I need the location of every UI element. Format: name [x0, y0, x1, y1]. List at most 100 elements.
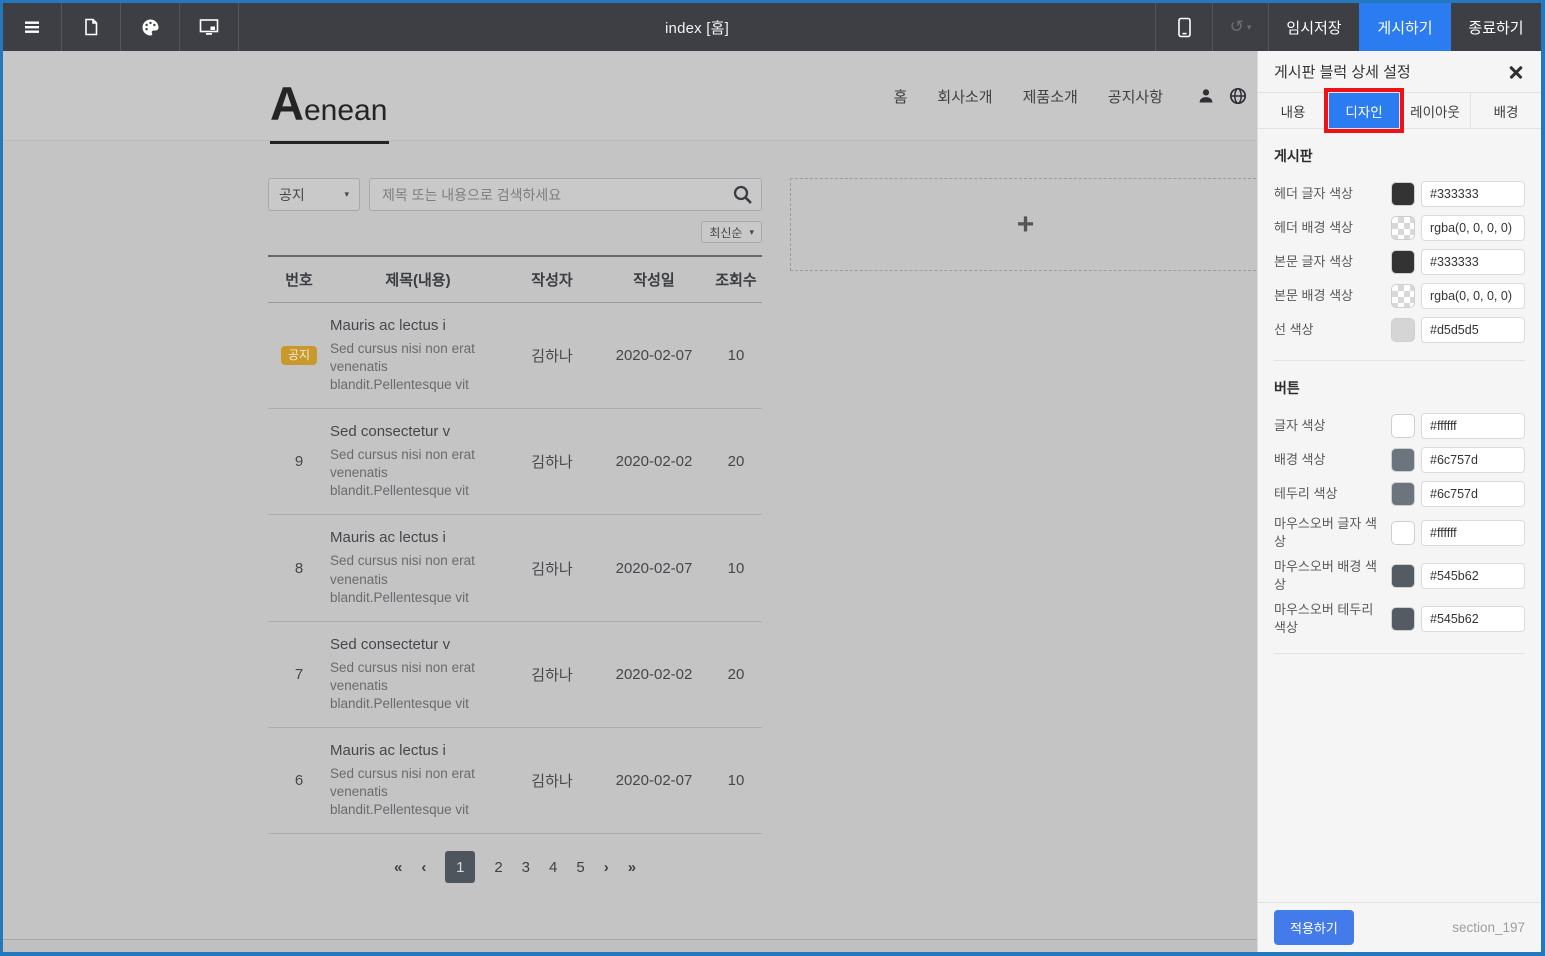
page-number-button[interactable]: 3 — [522, 859, 530, 876]
table-row[interactable]: 7 Sed consectetur v Sed cursus nisi non … — [268, 622, 762, 728]
setting-label: 선 색상 — [1274, 321, 1391, 339]
page-last-button[interactable]: » — [628, 859, 636, 876]
site-header: Aenean 홈 회사소개 제품소개 공지사항 — [3, 51, 1257, 141]
color-value-input[interactable] — [1421, 563, 1525, 589]
undo-button[interactable]: ↺ ▾ — [1213, 3, 1269, 51]
exit-button[interactable]: 종료하기 — [1451, 3, 1541, 51]
color-value-input[interactable] — [1421, 481, 1525, 507]
setting-label: 테두리 색상 — [1274, 485, 1391, 503]
nav-item-products[interactable]: 제품소개 — [1023, 86, 1078, 107]
color-swatch[interactable] — [1391, 482, 1415, 506]
setting-label: 본문 글자 색상 — [1274, 253, 1391, 271]
color-setting-row: 마우스오버 배경 색상 — [1274, 558, 1525, 593]
publish-button[interactable]: 게시하기 — [1359, 3, 1451, 51]
color-swatch[interactable] — [1391, 284, 1415, 308]
color-setting-row: 테두리 색상 — [1274, 481, 1525, 507]
tab-layout[interactable]: 레이아웃 — [1400, 93, 1471, 128]
color-value-input[interactable] — [1421, 181, 1525, 207]
table-row[interactable]: 8 Mauris ac lectus i Sed cursus nisi non… — [268, 515, 762, 621]
search-button[interactable] — [732, 184, 753, 205]
color-swatch[interactable] — [1391, 216, 1415, 240]
color-value-input[interactable] — [1421, 215, 1525, 241]
desktop-preview-button[interactable] — [180, 3, 239, 51]
color-setting-row: 헤더 글자 색상 — [1274, 181, 1525, 207]
page-number-button[interactable]: 4 — [549, 859, 557, 876]
site-footer — [3, 939, 1257, 952]
setting-label: 배경 색상 — [1274, 451, 1391, 469]
add-block-dropzone[interactable]: + — [790, 178, 1257, 271]
tab-background[interactable]: 배경 — [1471, 93, 1541, 128]
page-number-button[interactable]: 2 — [494, 859, 502, 876]
color-value-input[interactable] — [1421, 317, 1525, 343]
post-number: 9 — [268, 453, 330, 470]
setting-label: 글자 색상 — [1274, 417, 1391, 435]
color-swatch[interactable] — [1391, 182, 1415, 206]
page-number-button[interactable]: 5 — [576, 859, 584, 876]
page-prev-button[interactable]: ‹ — [421, 859, 426, 876]
board-block: 공지 ▾ 최신순 — [268, 178, 762, 883]
table-row[interactable]: 9 Sed consectetur v Sed cursus nisi non … — [268, 409, 762, 515]
color-value-input[interactable] — [1421, 606, 1525, 632]
notice-badge: 공지 — [281, 346, 317, 365]
page-first-button[interactable]: « — [394, 859, 402, 876]
nav-item-notice[interactable]: 공지사항 — [1108, 86, 1163, 107]
post-author: 김하나 — [506, 451, 598, 472]
board-search-input[interactable] — [369, 178, 762, 211]
search-icon — [732, 184, 753, 205]
divider — [1274, 653, 1525, 654]
color-swatch[interactable] — [1391, 521, 1415, 545]
post-views: 20 — [710, 453, 762, 470]
category-select[interactable]: 공지 ▾ — [268, 178, 360, 211]
theme-button[interactable] — [121, 3, 180, 51]
color-setting-row: 마우스오버 테두리 색상 — [1274, 601, 1525, 636]
user-icon[interactable] — [1197, 87, 1215, 105]
page-number-button[interactable]: 1 — [445, 851, 475, 883]
post-title[interactable]: Sed consectetur v — [330, 423, 506, 440]
close-icon[interactable] — [1507, 63, 1525, 81]
tab-content[interactable]: 내용 — [1258, 93, 1329, 128]
post-number: 7 — [268, 666, 330, 683]
post-title[interactable]: Mauris ac lectus i — [330, 529, 506, 546]
temp-save-button[interactable]: 임시저장 — [1269, 3, 1359, 51]
color-swatch[interactable] — [1391, 318, 1415, 342]
pages-button[interactable] — [62, 3, 121, 51]
mobile-preview-button[interactable] — [1155, 3, 1213, 51]
color-swatch[interactable] — [1391, 564, 1415, 588]
page-next-button[interactable]: › — [604, 859, 609, 876]
nav-item-company[interactable]: 회사소개 — [937, 86, 992, 107]
color-setting-row: 글자 색상 — [1274, 413, 1525, 439]
table-row[interactable]: 공지 Mauris ac lectus i Sed cursus nisi no… — [268, 303, 762, 409]
color-swatch[interactable] — [1391, 250, 1415, 274]
panel-tabs: 내용 디자인 레이아웃 배경 — [1258, 92, 1541, 129]
nav-item-home[interactable]: 홈 — [894, 86, 908, 107]
color-value-input[interactable] — [1421, 249, 1525, 275]
post-date: 2020-02-07 — [598, 560, 710, 577]
post-title[interactable]: Mauris ac lectus i — [330, 742, 506, 759]
color-swatch[interactable] — [1391, 414, 1415, 438]
post-views: 10 — [710, 772, 762, 789]
apply-button[interactable]: 적용하기 — [1274, 910, 1354, 945]
section-heading-button: 버튼 — [1274, 378, 1525, 398]
globe-icon[interactable] — [1229, 87, 1247, 105]
post-title[interactable]: Mauris ac lectus i — [330, 317, 506, 334]
site-logo[interactable]: Aenean — [270, 69, 389, 144]
setting-label: 마우스오버 글자 색상 — [1274, 515, 1391, 550]
tab-design[interactable]: 디자인 — [1329, 93, 1400, 128]
table-row[interactable]: 6 Mauris ac lectus i Sed cursus nisi non… — [268, 728, 762, 834]
menu-button[interactable] — [3, 3, 62, 51]
color-setting-row: 본문 배경 색상 — [1274, 283, 1525, 309]
sort-select[interactable]: 최신순 ▾ — [701, 221, 762, 243]
post-views: 20 — [710, 666, 762, 683]
post-author: 김하나 — [506, 770, 598, 791]
color-value-input[interactable] — [1421, 413, 1525, 439]
color-value-input[interactable] — [1421, 520, 1525, 546]
post-author: 김하나 — [506, 345, 598, 366]
color-value-input[interactable] — [1421, 447, 1525, 473]
table-header-row: 번호 제목(내용) 작성자 작성일 조회수 — [268, 255, 762, 303]
color-value-input[interactable] — [1421, 283, 1525, 309]
color-swatch[interactable] — [1391, 607, 1415, 631]
color-setting-row: 본문 글자 색상 — [1274, 249, 1525, 275]
post-title[interactable]: Sed consectetur v — [330, 636, 506, 653]
monitor-icon — [198, 17, 220, 37]
color-swatch[interactable] — [1391, 448, 1415, 472]
